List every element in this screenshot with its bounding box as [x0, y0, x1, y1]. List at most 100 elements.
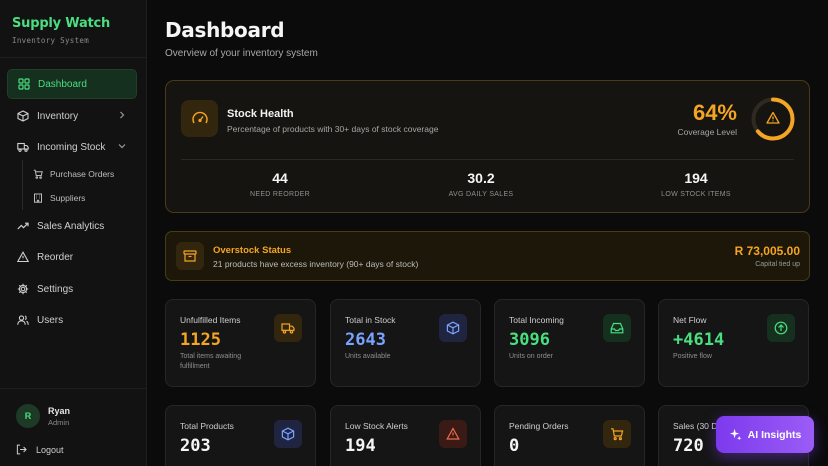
user-name: Ryan — [48, 405, 71, 416]
nav-item-users[interactable]: Users — [7, 305, 137, 335]
nav-item-inventory[interactable]: Inventory — [7, 101, 137, 131]
card-label: Total Products — [180, 421, 234, 431]
nav-label: Reorder — [37, 251, 74, 263]
nav-label: Suppliers — [50, 193, 86, 203]
stock-health-description: Percentage of products with 30+ days of … — [227, 124, 439, 134]
gear-icon — [17, 283, 29, 295]
nav-label: Inventory — [37, 110, 79, 122]
page-subtitle: Overview of your inventory system — [165, 48, 318, 59]
brand-name: Supply Watch — [12, 16, 111, 31]
stat-value: 44 — [272, 170, 288, 186]
overstock-title: Overstock Status — [213, 245, 292, 256]
sidebar: Supply Watch Inventory System Dashboard … — [0, 0, 147, 466]
nav-label: Settings — [37, 283, 74, 295]
chevron-down-icon — [118, 144, 126, 149]
stat-need-reorder: 44 NEED REORDER — [210, 170, 350, 198]
logout-label: Logout — [36, 444, 64, 455]
sparkles-icon — [729, 428, 742, 441]
card-note: Units available — [345, 353, 391, 360]
avatar: R — [16, 404, 40, 428]
inbox-icon — [603, 314, 631, 342]
card-label: Low Stock Alerts — [345, 421, 408, 431]
stat-label: AVG DAILY SALES — [448, 191, 514, 198]
card-value: 720 — [673, 436, 704, 456]
nav-item-dashboard[interactable]: Dashboard — [7, 69, 137, 99]
card-value: +4614 — [673, 330, 725, 350]
truck-icon — [274, 314, 302, 342]
card-value: 1125 — [180, 330, 221, 350]
card-net-flow[interactable]: Net Flow +4614 Positive flow — [658, 299, 809, 387]
nav-item-settings[interactable]: Settings — [7, 274, 137, 304]
card-value: 203 — [180, 436, 211, 456]
stock-health-card: Stock Health Percentage of products with… — [165, 80, 810, 213]
box-icon — [17, 110, 29, 122]
users-icon — [17, 314, 29, 326]
user-role: Admin — [48, 417, 70, 427]
card-label: Sales (30 D — [673, 421, 718, 431]
stat-value: 30.2 — [467, 170, 495, 186]
coverage-label: Coverage Level — [677, 127, 737, 137]
nav-label: Users — [37, 314, 64, 326]
nav-item-purchase-orders[interactable]: Purchase Orders — [33, 164, 114, 184]
logout-button[interactable]: Logout — [16, 444, 64, 455]
nav-item-sales-analytics[interactable]: Sales Analytics — [7, 211, 137, 241]
overstock-description: 21 products have excess inventory (90+ d… — [213, 259, 419, 269]
card-total-in-stock[interactable]: Total in Stock 2643 Units available — [330, 299, 481, 387]
card-label: Total in Stock — [345, 315, 396, 325]
card-note: Total items awaiting fulfillment — [180, 353, 242, 370]
card-total-products[interactable]: Total Products 203 — [165, 405, 316, 466]
card-note: Positive flow — [673, 353, 712, 360]
truck-icon — [17, 141, 29, 153]
card-label: Total Incoming — [509, 315, 564, 325]
box-icon — [274, 420, 302, 448]
card-note: Units on order — [509, 353, 553, 360]
divider — [0, 57, 147, 58]
nav-label: Dashboard — [38, 78, 87, 90]
submenu-guide — [22, 160, 23, 210]
nav-item-reorder[interactable]: Reorder — [7, 242, 137, 272]
overstock-amount-label: Capital tied up — [755, 261, 800, 268]
user-profile[interactable]: R Ryan Admin — [16, 404, 70, 428]
alert-triangle-icon — [766, 111, 780, 124]
main-content: Dashboard Overview of your inventory sys… — [148, 0, 828, 466]
nav-item-suppliers[interactable]: Suppliers — [33, 188, 85, 208]
overstock-banner[interactable]: Overstock Status 21 products have excess… — [165, 231, 810, 281]
stat-label: LOW STOCK ITEMS — [661, 191, 731, 198]
stock-health-title: Stock Health — [227, 108, 294, 120]
grid-icon — [18, 78, 30, 90]
ai-insights-button[interactable]: AI Insights — [716, 416, 814, 453]
gauge-icon — [181, 100, 218, 137]
card-label: Net Flow — [673, 315, 707, 325]
card-unfulfilled-items[interactable]: Unfulfilled Items 1125 Total items await… — [165, 299, 316, 387]
cart-icon — [33, 169, 43, 179]
alert-triangle-icon — [439, 420, 467, 448]
page-title: Dashboard — [165, 18, 285, 42]
card-value: 3096 — [509, 330, 550, 350]
overstock-amount: R 73,005.00 — [734, 244, 800, 258]
nav-label: Purchase Orders — [50, 169, 115, 179]
logout-icon — [16, 444, 27, 455]
stat-low-stock-items: 194 LOW STOCK ITEMS — [626, 170, 766, 198]
card-label: Unfulfilled Items — [180, 315, 241, 325]
brand-subtitle: Inventory System — [12, 36, 90, 45]
trending-up-icon — [17, 220, 29, 232]
card-pending-orders[interactable]: Pending Orders 0 — [494, 405, 645, 466]
divider — [0, 388, 147, 389]
card-value: 2643 — [345, 330, 386, 350]
card-low-stock-alerts[interactable]: Low Stock Alerts 194 — [330, 405, 481, 466]
nav-label: Incoming Stock — [37, 141, 106, 153]
alert-triangle-icon — [17, 251, 29, 263]
nav-item-incoming-stock[interactable]: Incoming Stock — [7, 132, 137, 162]
coverage-percent: 64% — [692, 100, 737, 125]
nav-label: Sales Analytics — [37, 220, 105, 232]
card-value: 0 — [509, 436, 520, 456]
card-total-incoming[interactable]: Total Incoming 3096 Units on order — [494, 299, 645, 387]
stat-avg-daily-sales: 30.2 AVG DAILY SALES — [411, 170, 551, 198]
cart-icon — [603, 420, 631, 448]
chevron-right-icon — [120, 111, 125, 119]
box-icon — [439, 314, 467, 342]
coverage-gauge — [751, 97, 795, 141]
arrow-up-circle-icon — [767, 314, 795, 342]
stat-label: NEED REORDER — [250, 191, 310, 198]
building-icon — [34, 193, 42, 203]
